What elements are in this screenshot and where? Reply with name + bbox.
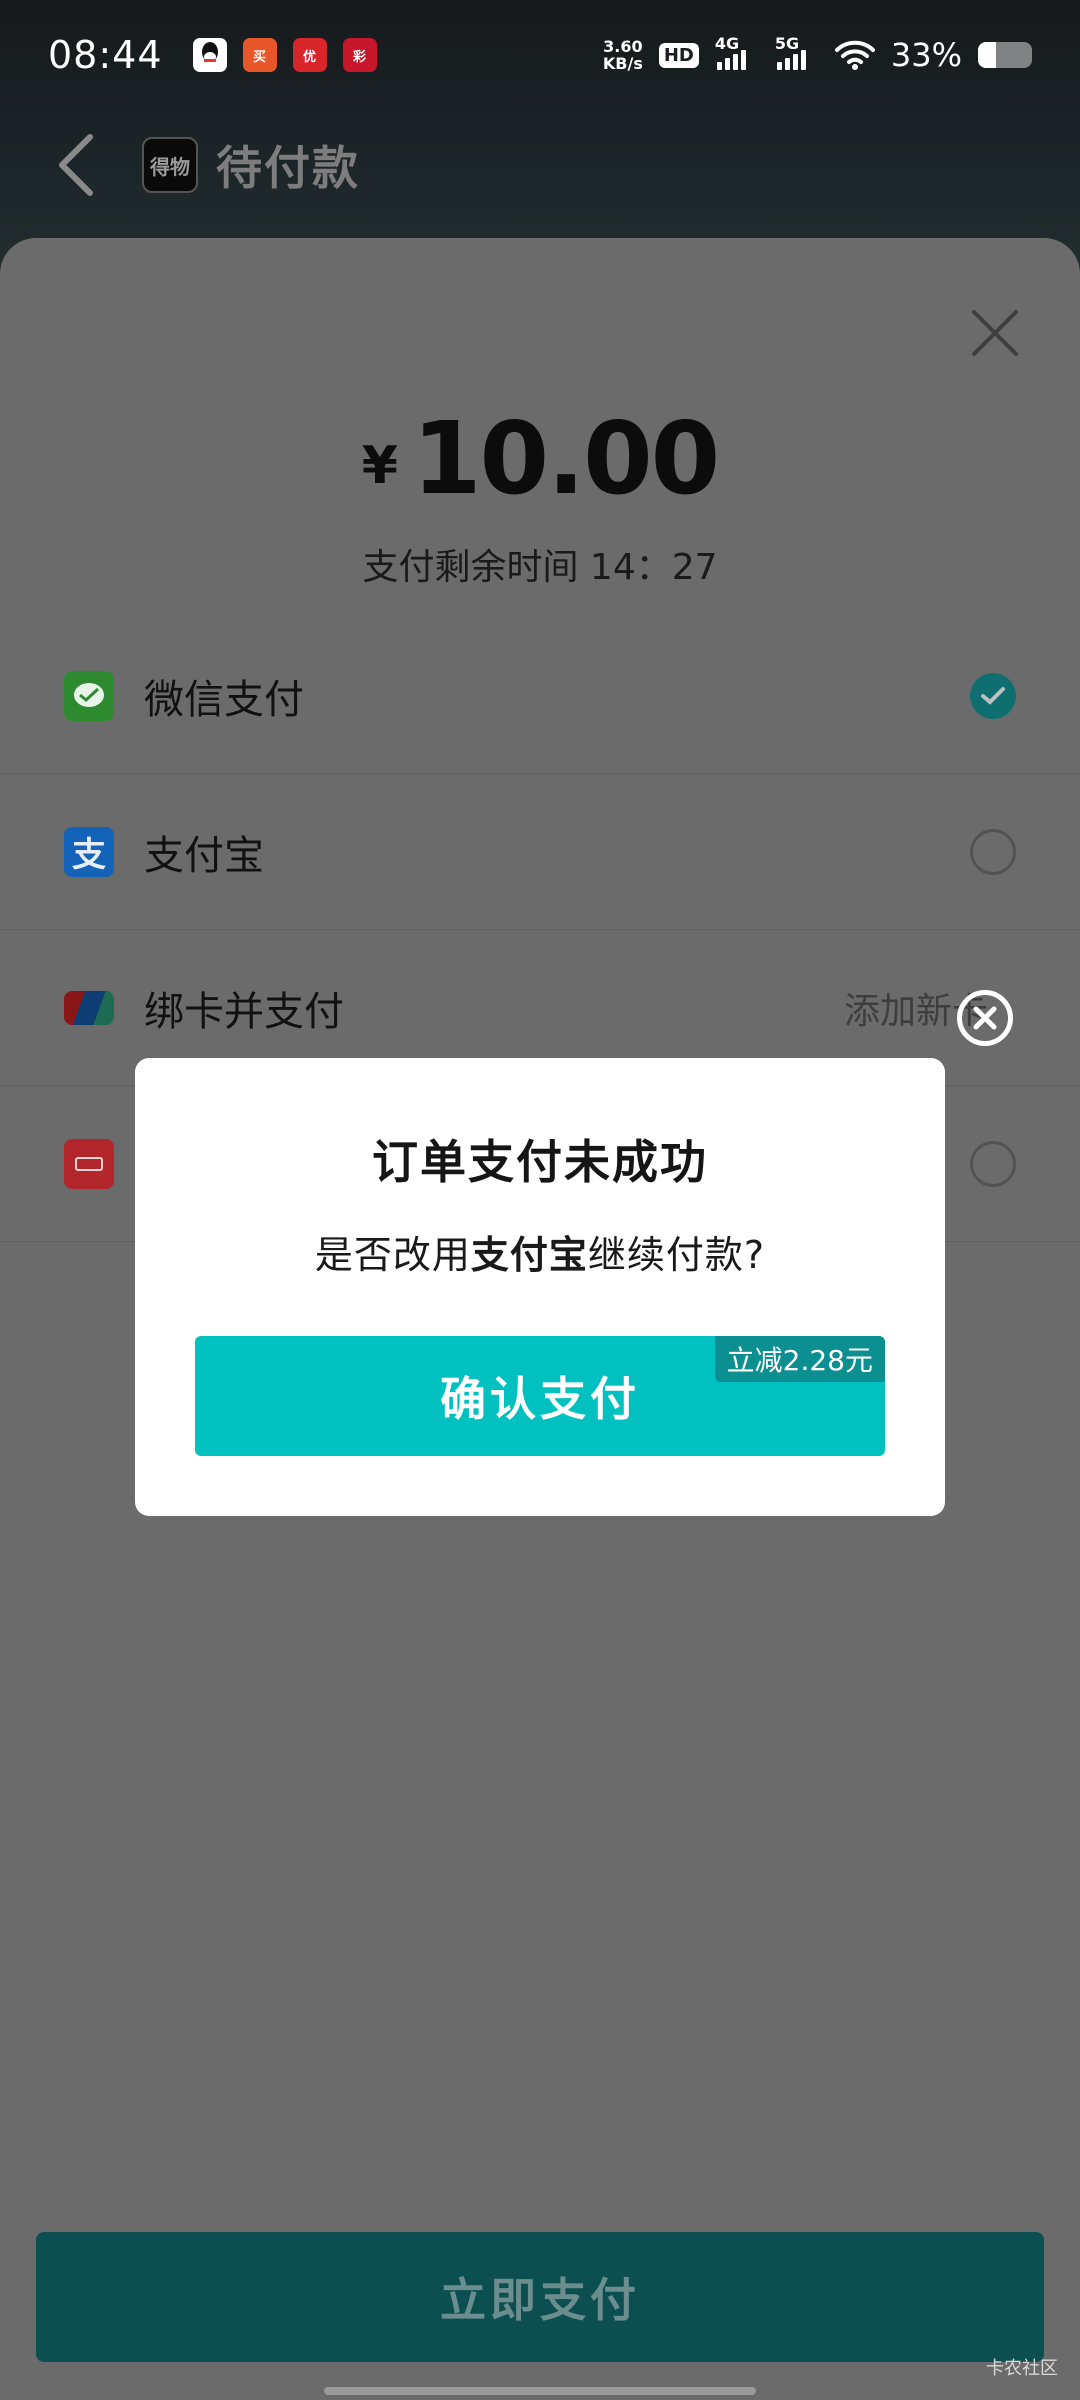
discount-badge: 立减2.28元: [714, 1336, 885, 1382]
dialog-message: 是否改用支付宝继续付款?: [314, 1233, 766, 1277]
status-bar: 08:44 买 优 彩 3.60 KB/s HD 4G 5G 33%: [0, 0, 1080, 110]
pay-method-radio[interactable]: [970, 1140, 1016, 1187]
alipay-icon: 支: [64, 826, 114, 877]
payment-amount: ¥10.00: [0, 400, 1080, 517]
dialog-close-button[interactable]: [957, 990, 1013, 1046]
pay-method-wechat[interactable]: 微信支付: [0, 618, 1080, 774]
shop-app-icon: 买: [242, 38, 277, 72]
pay-method-radio-checked[interactable]: [970, 672, 1016, 719]
wechat-pay-icon: [64, 670, 114, 721]
back-button[interactable]: [56, 130, 104, 200]
confirm-payment-button[interactable]: 确认支付 立减2.28元: [195, 1336, 885, 1456]
hd-badge: HD: [658, 42, 699, 68]
pay-method-label: 绑卡并支付: [144, 988, 344, 1035]
brand-logo: 得物: [142, 137, 198, 193]
status-time: 08:44: [48, 33, 163, 77]
page-header: 得物 待付款: [0, 120, 1080, 210]
net-speed: 3.60 KB/s: [602, 37, 643, 73]
wifi-icon: [834, 40, 875, 70]
close-icon: [973, 1006, 997, 1030]
status-app-icons: 买 优 彩: [192, 38, 377, 72]
home-indicator[interactable]: [324, 2387, 756, 2395]
battery-percent: 33%: [890, 36, 962, 74]
close-icon[interactable]: [968, 306, 1022, 360]
unionpay-icon: [64, 990, 114, 1025]
pay-method-radio[interactable]: [970, 828, 1016, 875]
payment-timer: 支付剩余时间 14：27: [362, 547, 718, 588]
signal-4g-icon: 4G: [715, 34, 759, 70]
signal-5g-icon: 5G: [775, 34, 819, 70]
page-title: 待付款: [216, 141, 360, 195]
pay-now-button[interactable]: 立即支付: [36, 2232, 1044, 2362]
qq-icon: [192, 38, 227, 72]
chevron-left-icon: [59, 134, 93, 196]
watermark: 卡农社区: [986, 2358, 1058, 2379]
amount-value: 10.00: [411, 400, 720, 517]
currency-symbol: ¥: [361, 436, 398, 496]
battery-icon: [978, 42, 1032, 68]
red-app2-icon: 彩: [342, 38, 377, 72]
status-indicators: 3.60 KB/s HD 4G 5G 33%: [602, 34, 1032, 74]
screen: 08:44 买 优 彩 3.60 KB/s HD 4G 5G 33% 得物 待付…: [0, 0, 1080, 2400]
pay-method-alipay[interactable]: 支 支付宝: [0, 774, 1080, 930]
payment-failed-dialog: 订单支付未成功 是否改用支付宝继续付款? 确认支付 立减2.28元: [135, 1058, 945, 1516]
pay-method-label: 微信支付: [144, 676, 304, 723]
dialog-title: 订单支付未成功: [372, 1135, 708, 1189]
confirm-button-label: 确认支付: [440, 1372, 640, 1426]
red-app-icon: 优: [292, 38, 327, 72]
check-icon: [981, 686, 1005, 705]
cloud-quickpass-icon: [64, 1138, 114, 1189]
pay-method-label: 支付宝: [144, 832, 264, 879]
